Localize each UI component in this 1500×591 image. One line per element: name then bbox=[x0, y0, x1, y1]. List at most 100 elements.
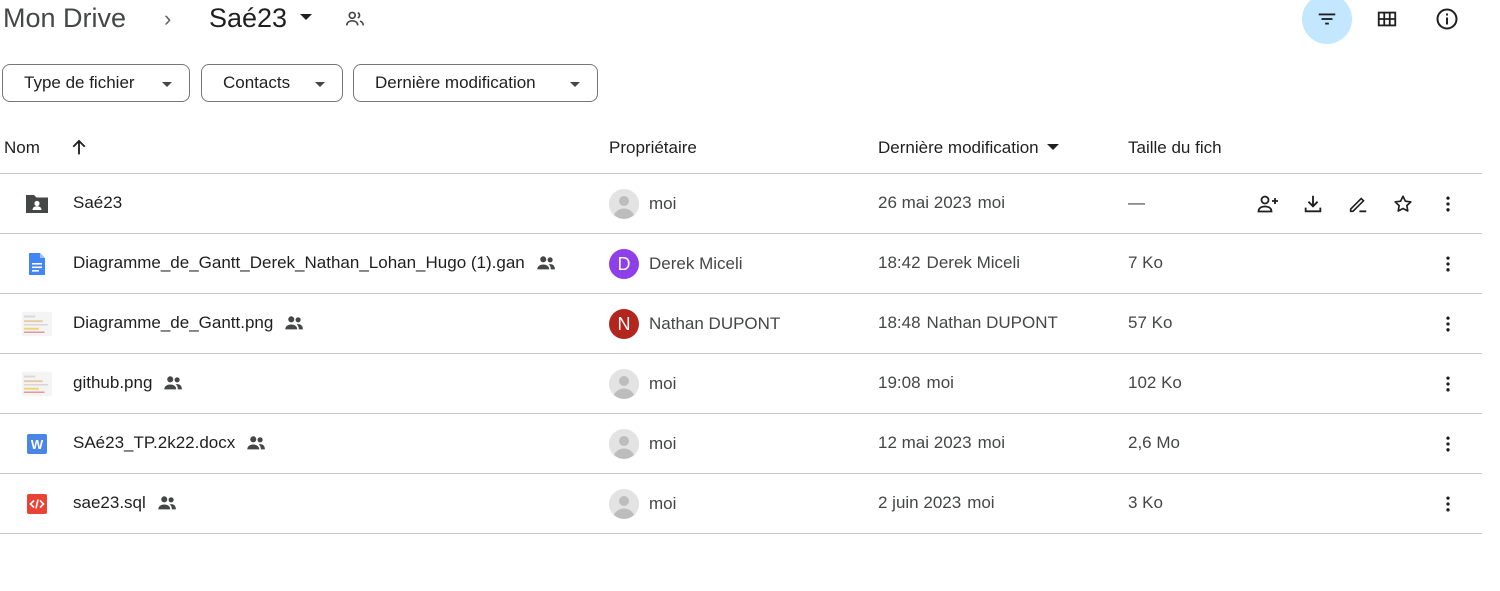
top-bar: Mon Drive › Saé23 bbox=[0, 0, 1500, 44]
file-name-text: Diagramme_de_Gantt.png bbox=[73, 313, 274, 332]
chevron-down-icon bbox=[315, 82, 325, 87]
more-vert-icon[interactable] bbox=[1434, 310, 1462, 338]
table-row[interactable]: W SAé23_TP.2k22.docx moi 12 mai 2023 moi 2,6 … bbox=[0, 414, 1482, 474]
owner-name: moi bbox=[649, 194, 677, 213]
modified-cell: 19:08 moi bbox=[878, 372, 954, 394]
table-row[interactable]: sae23.sql moi 2 juin 2023 moi 3 Ko bbox=[0, 474, 1482, 534]
chevron-down-icon[interactable] bbox=[300, 14, 312, 20]
modified-by: moi bbox=[967, 493, 995, 512]
column-header-size[interactable]: Taille du fich bbox=[1128, 137, 1222, 159]
modified-date: 26 mai 2023 bbox=[878, 193, 972, 212]
caret-down-icon bbox=[1046, 144, 1059, 150]
file-size: 3 Ko bbox=[1128, 493, 1163, 512]
shared-people-icon bbox=[156, 492, 178, 514]
file-size: 7 Ko bbox=[1128, 253, 1163, 272]
filter-icon bbox=[1318, 13, 1336, 25]
modified-cell: 18:42 Derek Miceli bbox=[878, 252, 1020, 274]
shared-people-icon bbox=[283, 312, 305, 334]
avatar: D bbox=[609, 249, 639, 279]
modified-cell: 12 mai 2023 moi bbox=[878, 432, 1005, 454]
table-row[interactable]: github.png moi 19:08 moi 102 Ko bbox=[0, 354, 1482, 414]
shared-folder-icon bbox=[22, 190, 52, 218]
star-icon[interactable] bbox=[1389, 190, 1417, 218]
filter-chip-label: Contacts bbox=[223, 73, 291, 92]
modified-by: Derek Miceli bbox=[926, 253, 1021, 272]
avatar-default-icon bbox=[609, 189, 639, 219]
file-name[interactable]: Diagramme_de_Gantt_Derek_Nathan_Lohan_Hu… bbox=[73, 252, 557, 274]
avatar: N bbox=[609, 309, 639, 339]
file-name[interactable]: sae23.sql bbox=[73, 492, 178, 514]
modified-cell: 2 juin 2023 moi bbox=[878, 492, 995, 514]
filter-chip-label: Dernière modification bbox=[375, 73, 536, 92]
avatar-default-icon bbox=[609, 429, 639, 459]
filter-chip-contacts[interactable]: Contacts bbox=[201, 64, 343, 102]
breadcrumb-root[interactable]: Mon Drive bbox=[3, 2, 126, 34]
more-vert-icon[interactable] bbox=[1434, 250, 1462, 278]
share-icon[interactable] bbox=[1254, 190, 1282, 218]
owner-cell: moi bbox=[609, 429, 676, 459]
file-size: 57 Ko bbox=[1128, 313, 1173, 332]
filter-chip-modified[interactable]: Dernière modification bbox=[353, 64, 598, 102]
more-vert-icon[interactable] bbox=[1434, 490, 1462, 518]
owner-cell: D Derek Miceli bbox=[609, 249, 743, 279]
filter-button[interactable] bbox=[1302, 0, 1352, 44]
shared-people-icon bbox=[345, 11, 365, 26]
column-header-owner[interactable]: Propriétaire bbox=[609, 137, 697, 159]
filter-chip-type[interactable]: Type de fichier bbox=[2, 64, 190, 102]
file-name-text: github.png bbox=[73, 373, 153, 392]
owner-cell: moi bbox=[609, 189, 676, 219]
file-name-text: SAé23_TP.2k22.docx bbox=[73, 433, 236, 452]
table-row[interactable]: Saé23 moi 26 mai 2023 moi — bbox=[0, 174, 1482, 234]
file-name-text: Diagramme_de_Gantt_Derek_Nathan_Lohan_Hu… bbox=[73, 253, 525, 272]
modified-date: 2 juin 2023 bbox=[878, 493, 962, 512]
file-name[interactable]: Diagramme_de_Gantt.png bbox=[73, 312, 305, 334]
modified-by: moi bbox=[926, 373, 954, 392]
more-vert-icon[interactable] bbox=[1434, 370, 1462, 398]
table-row[interactable]: Diagramme_de_Gantt.png N Nathan DUPONT 18:4… bbox=[0, 294, 1482, 354]
shared-people-icon bbox=[162, 372, 184, 394]
avatar-default-icon bbox=[609, 369, 639, 399]
modified-cell: 26 mai 2023 moi bbox=[878, 192, 1005, 214]
owner-name: Derek Miceli bbox=[649, 254, 743, 273]
file-name-text: Saé23 bbox=[73, 193, 123, 212]
owner-name: moi bbox=[649, 434, 677, 453]
table-row[interactable]: Diagramme_de_Gantt_Derek_Nathan_Lohan_Hu… bbox=[0, 234, 1482, 294]
file-name[interactable]: github.png bbox=[73, 372, 184, 394]
modified-date: 18:48 bbox=[878, 313, 921, 332]
info-icon bbox=[1436, 8, 1458, 30]
file-size: 2,6 Mo bbox=[1128, 433, 1180, 452]
owner-name: Nathan DUPONT bbox=[649, 314, 781, 333]
column-header-name[interactable]: Nom bbox=[4, 137, 40, 159]
image-thumbnail-icon bbox=[22, 370, 52, 398]
shared-people-icon bbox=[245, 432, 267, 454]
grid-view-button[interactable] bbox=[1362, 0, 1412, 44]
document-icon bbox=[22, 250, 52, 278]
file-size: 102 Ko bbox=[1128, 373, 1182, 392]
rename-icon[interactable] bbox=[1344, 190, 1372, 218]
code-file-icon bbox=[22, 490, 52, 518]
modified-cell: 18:48 Nathan DUPONT bbox=[878, 312, 1058, 334]
more-vert-icon[interactable] bbox=[1434, 190, 1462, 218]
file-name[interactable]: Saé23 bbox=[73, 192, 122, 214]
column-header-modified-label: Dernière modification bbox=[878, 138, 1039, 157]
file-name[interactable]: SAé23_TP.2k22.docx bbox=[73, 432, 267, 454]
owner-cell: moi bbox=[609, 369, 676, 399]
file-name-text: sae23.sql bbox=[73, 493, 146, 512]
more-vert-icon[interactable] bbox=[1434, 430, 1462, 458]
modified-date: 19:08 bbox=[878, 373, 921, 392]
info-button[interactable] bbox=[1422, 0, 1472, 44]
column-header-modified[interactable]: Dernière modification bbox=[878, 137, 1059, 159]
word-icon: W bbox=[22, 430, 52, 458]
owner-cell: moi bbox=[609, 489, 676, 519]
breadcrumb-current[interactable]: Saé23 bbox=[209, 2, 287, 34]
modified-date: 18:42 bbox=[878, 253, 921, 272]
chevron-down-icon bbox=[162, 82, 172, 87]
table-header: Nom Propriétaire Dernière modification T… bbox=[0, 127, 1482, 174]
arrow-up-icon[interactable] bbox=[68, 136, 90, 158]
chevron-down-icon bbox=[570, 82, 580, 87]
filter-chip-label: Type de fichier bbox=[24, 73, 135, 92]
download-icon[interactable] bbox=[1299, 190, 1327, 218]
modified-by: moi bbox=[977, 433, 1005, 452]
avatar-default-icon bbox=[609, 489, 639, 519]
svg-text:W: W bbox=[31, 437, 44, 452]
